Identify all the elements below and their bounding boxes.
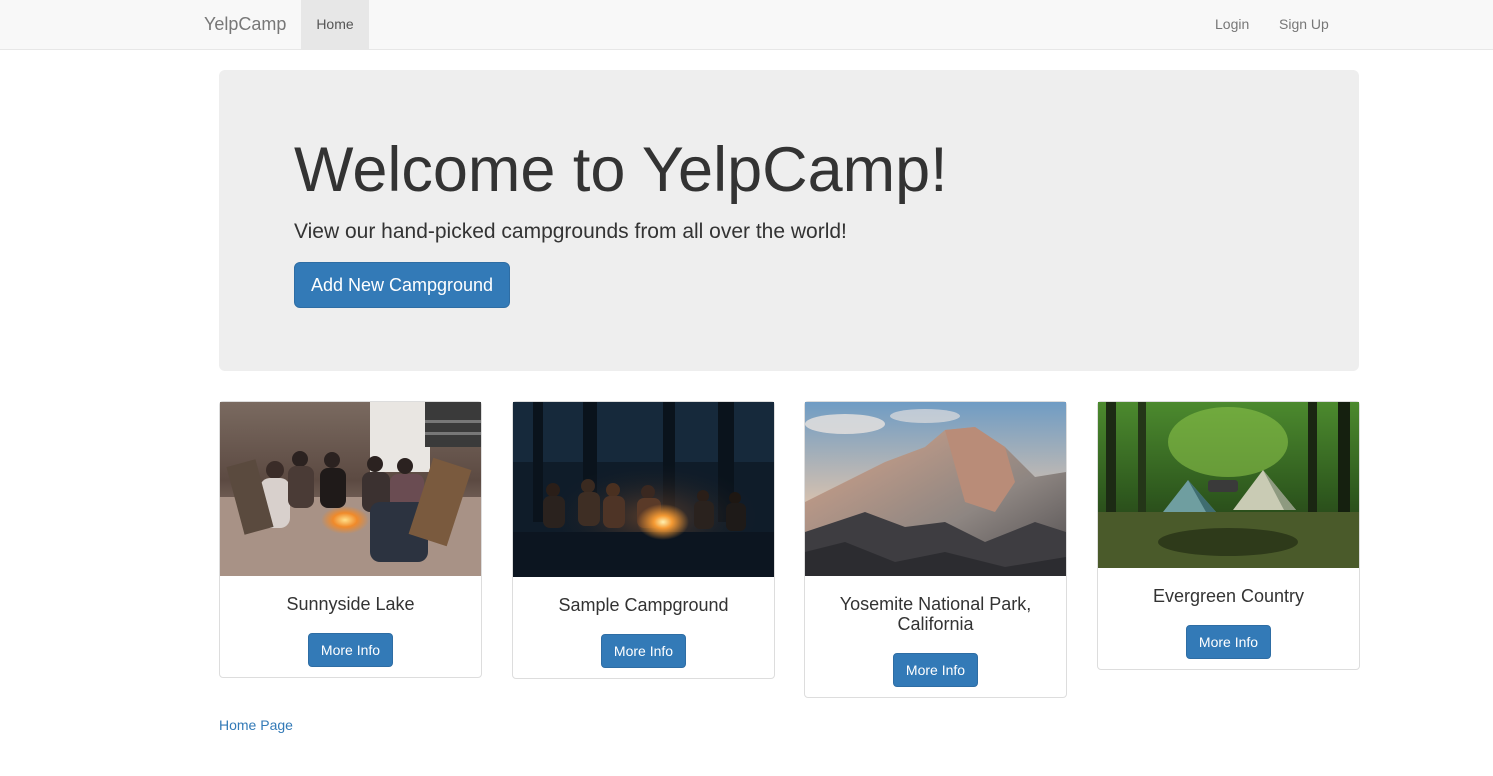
- campground-name: Yosemite National Park, California: [839, 594, 1032, 634]
- jumbotron: Welcome to YelpCamp! View our hand-picke…: [219, 70, 1359, 371]
- card-caption: Yosemite National Park, California More …: [805, 576, 1066, 697]
- campground-image: [513, 402, 774, 577]
- campground-card: Evergreen Country More Info: [1097, 401, 1360, 670]
- card-caption: Sunnyside Lake More Info: [220, 576, 481, 677]
- campground-card: Sunnyside Lake More Info: [219, 401, 482, 678]
- more-info-button[interactable]: More Info: [600, 634, 687, 668]
- home-page-link[interactable]: Home Page: [219, 717, 293, 733]
- page-subtitle: View our hand-picked campgrounds from al…: [294, 220, 847, 243]
- campground-image: [1098, 402, 1359, 568]
- more-info-button[interactable]: More Info: [1185, 625, 1272, 659]
- nav-signup-link[interactable]: Sign Up: [1279, 0, 1329, 49]
- more-info-button[interactable]: More Info: [307, 633, 394, 667]
- add-campground-button[interactable]: Add New Campground: [294, 262, 510, 308]
- campground-name: Sample Campground: [558, 595, 729, 615]
- card-caption: Sample Campground More Info: [513, 577, 774, 678]
- nav-home-link[interactable]: Home: [301, 0, 369, 49]
- navbar: YelpCamp Home Login Sign Up: [0, 0, 1493, 50]
- more-info-button[interactable]: More Info: [892, 653, 979, 687]
- page-title: Welcome to YelpCamp!: [294, 135, 948, 205]
- campground-image: [220, 402, 481, 576]
- campground-card: Sample Campground More Info: [512, 401, 775, 679]
- brand-link[interactable]: YelpCamp: [204, 0, 286, 49]
- campground-image: [805, 402, 1066, 576]
- campground-card: Yosemite National Park, California More …: [804, 401, 1067, 698]
- campground-name: Evergreen Country: [1152, 586, 1305, 606]
- nav-login-link[interactable]: Login: [1215, 0, 1249, 49]
- card-caption: Evergreen Country More Info: [1098, 568, 1359, 669]
- campground-name: Sunnyside Lake: [286, 594, 415, 614]
